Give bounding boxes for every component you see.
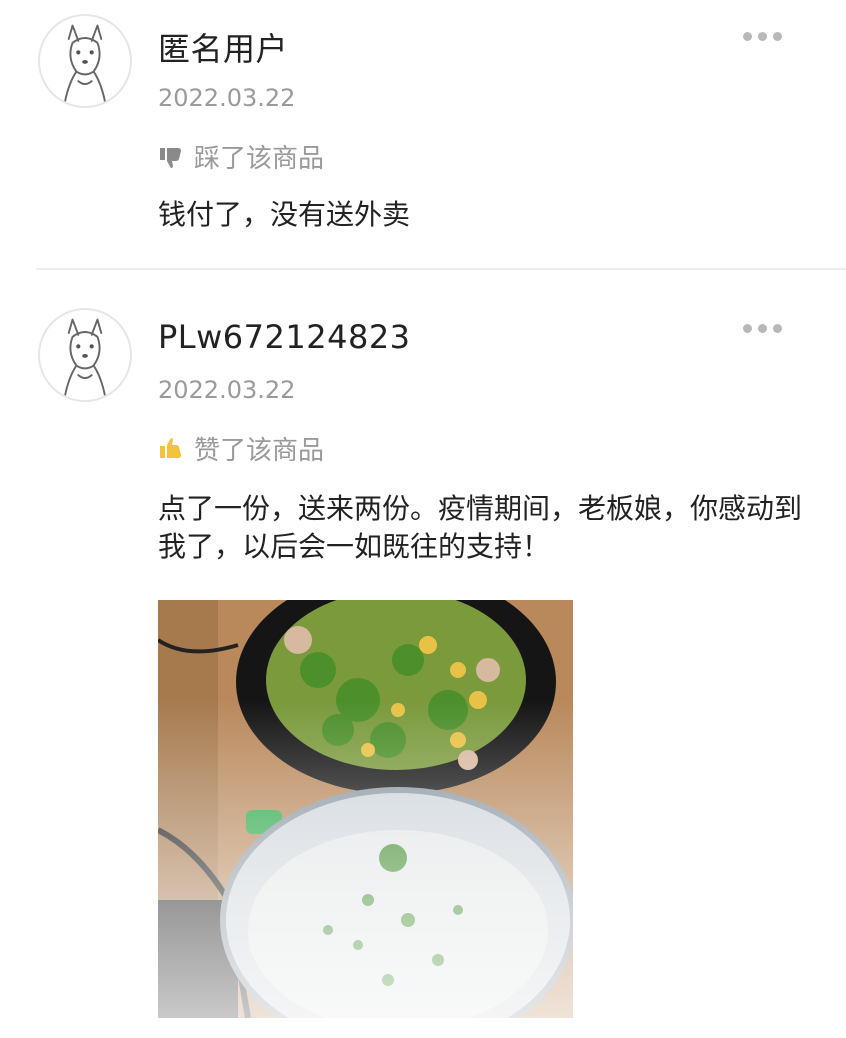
review-date: 2022.03.22	[158, 376, 296, 404]
kangaroo-avatar-icon	[63, 318, 107, 398]
rating: 踩了该商品	[158, 138, 324, 175]
review-item: 匿名用户 2022.03.22 踩了该商品 钱付了，没有送外卖	[0, 0, 846, 268]
rating-label: 踩了该商品	[194, 144, 325, 174]
thumbs-up-icon	[158, 436, 184, 462]
username[interactable]: PLw672124823	[158, 318, 411, 356]
review-date: 2022.03.22	[158, 84, 296, 112]
username[interactable]: 匿名用户	[158, 24, 288, 70]
more-options-icon[interactable]	[743, 32, 782, 41]
review-item: PLw672124823 2022.03.22 赞了该商品 点了一份，送来两份。…	[0, 290, 846, 1038]
kangaroo-avatar-icon	[63, 24, 107, 104]
more-options-icon[interactable]	[743, 324, 782, 333]
rating: 赞了该商品	[158, 430, 324, 467]
avatar[interactable]	[38, 14, 132, 108]
thumbs-down-icon	[158, 144, 184, 170]
rating-label: 赞了该商品	[194, 436, 325, 466]
review-text: 点了一份，送来两份。疫情期间，老板娘，你感动到我了，以后会一如既往的支持！	[158, 492, 803, 563]
avatar[interactable]	[38, 308, 132, 402]
food-photo[interactable]	[158, 600, 573, 1018]
review-text: 钱付了，没有送外卖	[158, 198, 411, 231]
divider	[36, 268, 846, 270]
